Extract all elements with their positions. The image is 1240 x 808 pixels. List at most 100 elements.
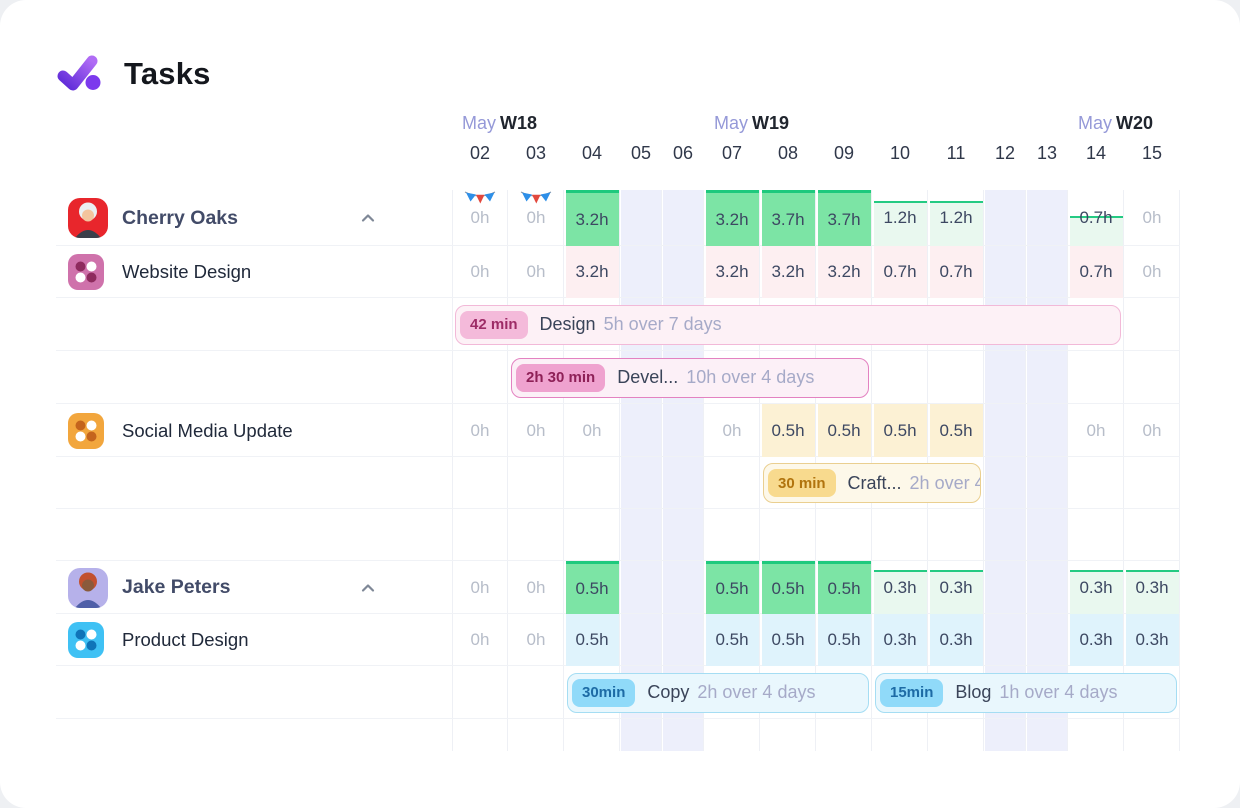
hours-value: 0.5h bbox=[827, 630, 860, 650]
capacity-cell[interactable]: 1.2h bbox=[930, 190, 983, 246]
hours-cell[interactable]: 0h bbox=[1126, 190, 1179, 246]
task-bar[interactable]: 42 minDesign5h over 7 days bbox=[455, 305, 1121, 345]
capacity-cell[interactable]: 0.5h bbox=[566, 561, 619, 614]
hours-cell[interactable]: 0h bbox=[454, 561, 507, 614]
hours-cell[interactable]: 0.3h bbox=[874, 614, 927, 666]
hours-value: 0.3h bbox=[1079, 630, 1112, 650]
capacity-cell[interactable]: 0.5h bbox=[818, 561, 871, 614]
hours-cell[interactable]: 0.7h bbox=[930, 246, 983, 298]
hours-cell[interactable]: 0h bbox=[510, 614, 563, 666]
hours-value: 0h bbox=[527, 421, 546, 441]
hours-value: 0h bbox=[1143, 421, 1162, 441]
hours-cell[interactable]: 0h bbox=[1070, 404, 1123, 457]
hours-cell[interactable]: 0h bbox=[566, 404, 619, 457]
hours-cell[interactable]: 3.2h bbox=[706, 246, 759, 298]
hours-cell[interactable]: 0.5h bbox=[566, 614, 619, 666]
hours-value: 3.2h bbox=[575, 210, 608, 230]
hours-cell[interactable]: 0h bbox=[454, 404, 507, 457]
bar-summary-text: 1h over 4 days bbox=[999, 682, 1117, 703]
collapse-chevron-up-icon[interactable] bbox=[358, 208, 378, 228]
hours-value: 3.2h bbox=[715, 262, 748, 282]
bar-task-label: Blog bbox=[955, 682, 991, 703]
capacity-cell[interactable]: 0.5h bbox=[706, 561, 759, 614]
hours-value: 0.3h bbox=[1135, 630, 1168, 650]
collapse-chevron-up-icon[interactable] bbox=[358, 578, 378, 598]
task-bar[interactable]: 15minBlog1h over 4 days bbox=[875, 673, 1177, 713]
hours-cell[interactable]: 0h bbox=[706, 404, 759, 457]
hours-cell[interactable]: 0.3h bbox=[1070, 614, 1123, 666]
hours-value: 0.3h bbox=[939, 630, 972, 650]
date-header: 12 bbox=[984, 136, 1026, 170]
hours-cell[interactable]: 0h bbox=[510, 190, 563, 246]
project-icon bbox=[68, 413, 104, 449]
hours-value: 0.5h bbox=[827, 579, 860, 599]
hours-cell[interactable]: 0.5h bbox=[706, 614, 759, 666]
capacity-cell[interactable]: 0.5h bbox=[762, 561, 815, 614]
hours-value: 0h bbox=[723, 421, 742, 441]
week-label: W20 bbox=[1116, 113, 1153, 133]
hours-value: 0h bbox=[471, 208, 490, 228]
hours-cell[interactable]: 3.2h bbox=[818, 246, 871, 298]
hours-cell[interactable]: 0.7h bbox=[874, 246, 927, 298]
hours-cell[interactable]: 0.7h bbox=[1070, 246, 1123, 298]
hours-cell[interactable]: 0.5h bbox=[762, 404, 815, 457]
group-row-label[interactable]: Jake Peters bbox=[56, 561, 452, 614]
hours-cell[interactable]: 0.5h bbox=[874, 404, 927, 457]
date-header: 11 bbox=[928, 136, 984, 170]
hours-cell[interactable]: 3.2h bbox=[762, 246, 815, 298]
task-bar[interactable]: 2h 30 minDevel...10h over 4 days bbox=[511, 358, 869, 398]
hours-cell[interactable]: 0h bbox=[454, 190, 507, 246]
hours-cell[interactable]: 0h bbox=[454, 614, 507, 666]
hours-value: 0.5h bbox=[575, 630, 608, 650]
month-week-header: MayW19 bbox=[704, 113, 816, 134]
hours-value: 3.2h bbox=[771, 262, 804, 282]
hours-cell[interactable]: 0.5h bbox=[818, 614, 871, 666]
hours-cell[interactable]: 0h bbox=[1126, 404, 1179, 457]
task-row-label[interactable]: Product Design bbox=[56, 614, 452, 666]
capacity-cell[interactable]: 1.2h bbox=[874, 190, 927, 246]
capacity-cell[interactable]: 0.3h bbox=[1126, 561, 1179, 614]
capacity-cell[interactable]: 3.2h bbox=[566, 190, 619, 246]
task-row-label[interactable]: Website Design bbox=[56, 246, 452, 298]
date-header: 10 bbox=[872, 136, 928, 170]
hours-cell[interactable]: 0h bbox=[510, 246, 563, 298]
task-bar[interactable]: 30 minCraft...2h over 4 days bbox=[763, 463, 981, 503]
hours-value: 0.3h bbox=[883, 578, 916, 598]
hours-value: 0.3h bbox=[939, 578, 972, 598]
hours-cell[interactable]: 0.5h bbox=[762, 614, 815, 666]
hours-cell[interactable]: 0.5h bbox=[818, 404, 871, 457]
hours-cell[interactable]: 0h bbox=[1126, 246, 1179, 298]
hours-value: 3.2h bbox=[715, 210, 748, 230]
hours-cell[interactable]: 3.2h bbox=[566, 246, 619, 298]
hours-value: 0.3h bbox=[1079, 578, 1112, 598]
capacity-cell[interactable]: 3.7h bbox=[818, 190, 871, 246]
hours-cell[interactable]: 0.3h bbox=[930, 614, 983, 666]
group-row-label[interactable]: Cherry Oaks bbox=[56, 190, 452, 246]
hours-cell[interactable]: 0.3h bbox=[1126, 614, 1179, 666]
hours-cell[interactable]: 0.5h bbox=[930, 404, 983, 457]
bar-task-label: Copy bbox=[647, 682, 689, 703]
hours-value: 3.2h bbox=[827, 262, 860, 282]
task-bar[interactable]: 30minCopy2h over 4 days bbox=[567, 673, 869, 713]
hours-value: 0h bbox=[471, 630, 490, 650]
capacity-cell[interactable]: 0.3h bbox=[930, 561, 983, 614]
project-icon bbox=[68, 622, 104, 658]
app-logo-icon bbox=[56, 51, 102, 97]
month-label: May bbox=[462, 113, 496, 133]
capacity-cell[interactable]: 0.7h bbox=[1070, 190, 1123, 246]
capacity-cell[interactable]: 0.3h bbox=[874, 561, 927, 614]
task-row-label[interactable]: Social Media Update bbox=[56, 404, 452, 457]
capacity-cell[interactable]: 0.3h bbox=[1070, 561, 1123, 614]
group-name: Cherry Oaks bbox=[122, 207, 238, 230]
hours-cell[interactable]: 0h bbox=[510, 561, 563, 614]
project-icon bbox=[68, 254, 104, 290]
hours-value: 0h bbox=[471, 262, 490, 282]
hours-cell[interactable]: 0h bbox=[454, 246, 507, 298]
bar-task-label: Craft... bbox=[848, 473, 902, 494]
capacity-cell[interactable]: 3.7h bbox=[762, 190, 815, 246]
hours-value: 0h bbox=[471, 578, 490, 598]
hours-value: 0.5h bbox=[771, 630, 804, 650]
hours-cell[interactable]: 0h bbox=[510, 404, 563, 457]
date-header: 07 bbox=[704, 136, 760, 170]
capacity-cell[interactable]: 3.2h bbox=[706, 190, 759, 246]
